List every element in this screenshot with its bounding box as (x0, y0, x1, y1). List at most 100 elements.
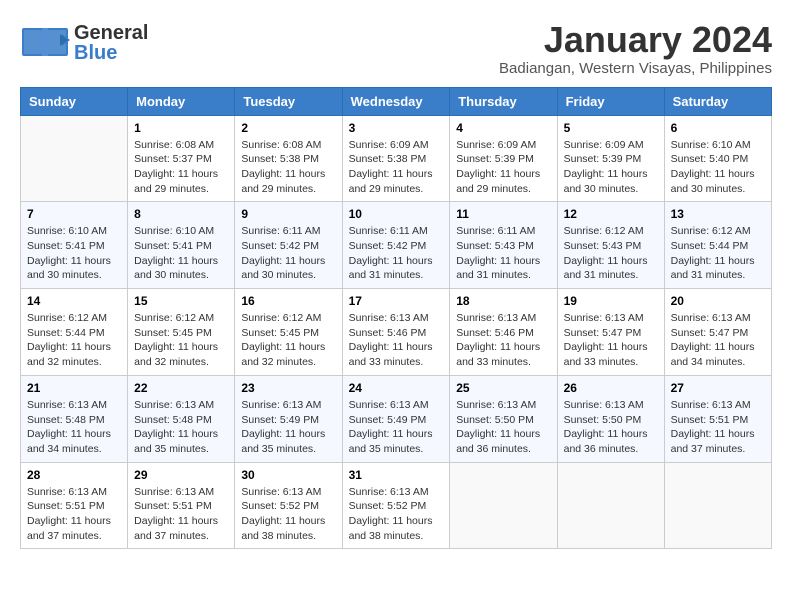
calendar-cell (557, 462, 664, 549)
calendar-cell: 13Sunrise: 6:12 AMSunset: 5:44 PMDayligh… (664, 202, 771, 289)
calendar-cell: 19 Sunrise: 6:13 AMSunset: 5:47 PMDayligh… (557, 289, 664, 376)
cell-info: Sunrise: 6:10 AMSunset: 5:41 PMDaylight:… (134, 224, 228, 283)
cell-info: Sunrise: 6:12 AMSunset: 5:45 PMDaylight:… (241, 311, 335, 370)
calendar-cell: 14Sunrise: 6:12 AMSunset: 5:44 PMDayligh… (21, 289, 128, 376)
calendar-cell (21, 115, 128, 202)
cell-info: Sunrise: 6:13 AMSunset: 5:51 PMDaylight:… (671, 398, 765, 457)
day-number: 8 (134, 207, 228, 221)
calendar-cell: 4Sunrise: 6:09 AMSunset: 5:39 PMDaylight… (450, 115, 557, 202)
day-number: 12 (564, 207, 658, 221)
day-number: 17 (349, 294, 444, 308)
calendar-cell: 21 Sunrise: 6:13 AMSunset: 5:48 PMDayligh… (21, 375, 128, 462)
cell-info: Sunrise: 6:11 AMSunset: 5:43 PMDaylight:… (456, 224, 550, 283)
cell-info: Sunrise: 6:12 AMSunset: 5:44 PMDaylight:… (27, 311, 121, 370)
calendar-cell: 1 Sunrise: 6:08 AMSunset: 5:37 PMDaylight… (128, 115, 235, 202)
logo-icon (20, 20, 70, 65)
cell-info: Sunrise: 6:12 AMSunset: 5:45 PMDaylight:… (134, 311, 228, 370)
day-number: 2 (241, 121, 335, 135)
calendar-cell: 29 Sunrise: 6:13 AMSunset: 5:51 PMDayligh… (128, 462, 235, 549)
calendar-cell: 27Sunrise: 6:13 AMSunset: 5:51 PMDayligh… (664, 375, 771, 462)
cell-info: Sunrise: 6:13 AMSunset: 5:46 PMDaylight:… (456, 311, 550, 370)
title-block: January 2024 Badiangan, Western Visayas,… (499, 20, 772, 77)
calendar-cell: 31 Sunrise: 6:13 AMSunset: 5:52 PMDayligh… (342, 462, 450, 549)
calendar-cell: 15 Sunrise: 6:12 AMSunset: 5:45 PMDayligh… (128, 289, 235, 376)
day-header-thursday: Thursday (450, 87, 557, 115)
calendar-header-row: SundayMondayTuesdayWednesdayThursdayFrid… (21, 87, 772, 115)
cell-info: Sunrise: 6:13 AMSunset: 5:46 PMDaylight:… (349, 311, 444, 370)
cell-info: Sunrise: 6:08 AMSunset: 5:37 PMDaylight:… (134, 138, 228, 197)
cell-info: Sunrise: 6:12 AMSunset: 5:43 PMDaylight:… (564, 224, 658, 283)
calendar-table: SundayMondayTuesdayWednesdayThursdayFrid… (20, 87, 772, 550)
day-number: 4 (456, 121, 550, 135)
day-number: 3 (349, 121, 444, 135)
calendar-cell: 23Sunrise: 6:13 AMSunset: 5:49 PMDayligh… (235, 375, 342, 462)
page-header: General Blue January 2024 Badiangan, Wes… (20, 20, 772, 77)
day-header-tuesday: Tuesday (235, 87, 342, 115)
cell-info: Sunrise: 6:13 AMSunset: 5:50 PMDaylight:… (456, 398, 550, 457)
day-header-wednesday: Wednesday (342, 87, 450, 115)
calendar-cell: 24Sunrise: 6:13 AMSunset: 5:49 PMDayligh… (342, 375, 450, 462)
cell-info: Sunrise: 6:09 AMSunset: 5:38 PMDaylight:… (349, 138, 444, 197)
cell-info: Sunrise: 6:08 AMSunset: 5:38 PMDaylight:… (241, 138, 335, 197)
location: Badiangan, Western Visayas, Philippines (499, 60, 772, 77)
month-title: January 2024 (499, 20, 772, 60)
cell-info: Sunrise: 6:13 AMSunset: 5:50 PMDaylight:… (564, 398, 658, 457)
calendar-week-row: 14Sunrise: 6:12 AMSunset: 5:44 PMDayligh… (21, 289, 772, 376)
cell-info: Sunrise: 6:10 AMSunset: 5:40 PMDaylight:… (671, 138, 765, 197)
day-number: 20 (671, 294, 765, 308)
calendar-week-row: 21 Sunrise: 6:13 AMSunset: 5:48 PMDayligh… (21, 375, 772, 462)
calendar-cell: 26 Sunrise: 6:13 AMSunset: 5:50 PMDayligh… (557, 375, 664, 462)
calendar-cell: 3 Sunrise: 6:09 AMSunset: 5:38 PMDaylight… (342, 115, 450, 202)
calendar-cell: 12 Sunrise: 6:12 AMSunset: 5:43 PMDayligh… (557, 202, 664, 289)
day-number: 19 (564, 294, 658, 308)
day-number: 1 (134, 121, 228, 135)
day-number: 16 (241, 294, 335, 308)
day-number: 11 (456, 207, 550, 221)
day-number: 6 (671, 121, 765, 135)
day-number: 31 (349, 468, 444, 482)
day-number: 7 (27, 207, 121, 221)
logo-text: General Blue (74, 23, 148, 63)
calendar-cell: 8 Sunrise: 6:10 AMSunset: 5:41 PMDaylight… (128, 202, 235, 289)
cell-info: Sunrise: 6:13 AMSunset: 5:51 PMDaylight:… (27, 485, 121, 544)
cell-info: Sunrise: 6:11 AMSunset: 5:42 PMDaylight:… (241, 224, 335, 283)
calendar-cell: 2 Sunrise: 6:08 AMSunset: 5:38 PMDaylight… (235, 115, 342, 202)
calendar-cell: 28 Sunrise: 6:13 AMSunset: 5:51 PMDayligh… (21, 462, 128, 549)
day-number: 29 (134, 468, 228, 482)
cell-info: Sunrise: 6:12 AMSunset: 5:44 PMDaylight:… (671, 224, 765, 283)
day-number: 28 (27, 468, 121, 482)
day-number: 26 (564, 381, 658, 395)
cell-info: Sunrise: 6:13 AMSunset: 5:47 PMDaylight:… (564, 311, 658, 370)
cell-info: Sunrise: 6:09 AMSunset: 5:39 PMDaylight:… (564, 138, 658, 197)
day-header-sunday: Sunday (21, 87, 128, 115)
cell-info: Sunrise: 6:13 AMSunset: 5:52 PMDaylight:… (349, 485, 444, 544)
calendar-cell: 17 Sunrise: 6:13 AMSunset: 5:46 PMDayligh… (342, 289, 450, 376)
logo-blue: Blue (74, 43, 148, 63)
day-number: 9 (241, 207, 335, 221)
day-header-monday: Monday (128, 87, 235, 115)
calendar-week-row: 7 Sunrise: 6:10 AMSunset: 5:41 PMDaylight… (21, 202, 772, 289)
day-number: 15 (134, 294, 228, 308)
day-number: 18 (456, 294, 550, 308)
cell-info: Sunrise: 6:13 AMSunset: 5:52 PMDaylight:… (241, 485, 335, 544)
day-number: 23 (241, 381, 335, 395)
cell-info: Sunrise: 6:10 AMSunset: 5:41 PMDaylight:… (27, 224, 121, 283)
calendar-week-row: 28 Sunrise: 6:13 AMSunset: 5:51 PMDayligh… (21, 462, 772, 549)
cell-info: Sunrise: 6:13 AMSunset: 5:48 PMDaylight:… (27, 398, 121, 457)
cell-info: Sunrise: 6:13 AMSunset: 5:48 PMDaylight:… (134, 398, 228, 457)
day-header-saturday: Saturday (664, 87, 771, 115)
cell-info: Sunrise: 6:11 AMSunset: 5:42 PMDaylight:… (349, 224, 444, 283)
calendar-cell: 18 Sunrise: 6:13 AMSunset: 5:46 PMDayligh… (450, 289, 557, 376)
logo-general: General (74, 23, 148, 43)
cell-info: Sunrise: 6:13 AMSunset: 5:51 PMDaylight:… (134, 485, 228, 544)
calendar-cell: 30 Sunrise: 6:13 AMSunset: 5:52 PMDayligh… (235, 462, 342, 549)
day-number: 22 (134, 381, 228, 395)
day-number: 30 (241, 468, 335, 482)
calendar-cell: 6 Sunrise: 6:10 AMSunset: 5:40 PMDaylight… (664, 115, 771, 202)
cell-info: Sunrise: 6:13 AMSunset: 5:49 PMDaylight:… (349, 398, 444, 457)
calendar-cell: 10Sunrise: 6:11 AMSunset: 5:42 PMDayligh… (342, 202, 450, 289)
calendar-cell: 25Sunrise: 6:13 AMSunset: 5:50 PMDayligh… (450, 375, 557, 462)
logo: General Blue (20, 20, 148, 65)
day-number: 21 (27, 381, 121, 395)
day-header-friday: Friday (557, 87, 664, 115)
